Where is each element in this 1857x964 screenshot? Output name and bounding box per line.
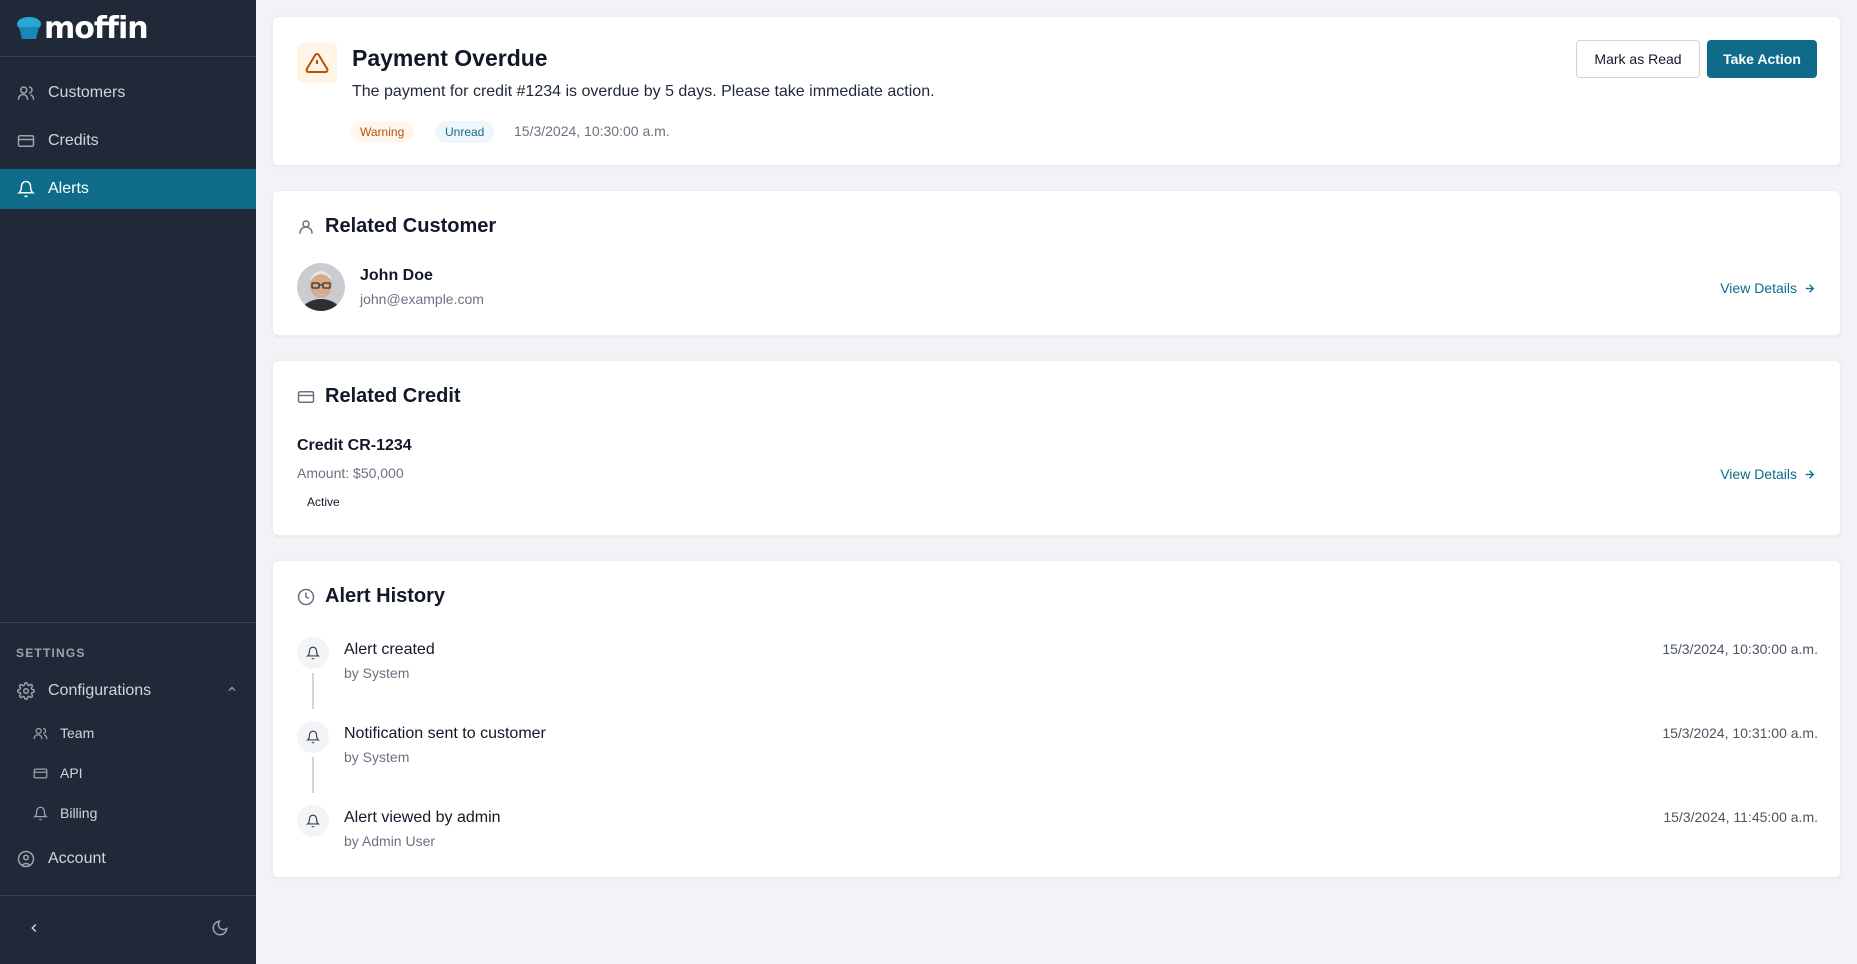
history-action: Notification sent to customer — [344, 725, 546, 742]
alert-message: The payment for credit #1234 is overdue … — [352, 83, 935, 100]
warning-icon-box — [297, 43, 337, 83]
sidebar-item-account[interactable]: Account — [0, 839, 256, 879]
customer-email: john@example.com — [360, 291, 484, 307]
sidebar-item-credits[interactable]: Credits — [0, 121, 256, 161]
credit-card-icon — [297, 388, 315, 406]
app-name: moffin — [44, 10, 149, 46]
sidebar-subitem-label: Billing — [60, 805, 98, 821]
credit-card-icon — [16, 131, 36, 151]
history-action: Alert created — [344, 641, 435, 658]
chevron-up-icon[interactable] — [226, 682, 238, 700]
read-status-badge: Unread — [435, 121, 495, 143]
clock-icon — [297, 588, 315, 606]
alert-history-card: Alert History Alert created by System 15… — [272, 560, 1841, 878]
credit-amount: Amount: $50,000 — [297, 465, 404, 481]
alert-card: Payment Overdue The payment for credit #… — [272, 16, 1841, 166]
view-customer-details-link[interactable]: View Details — [1720, 280, 1816, 296]
history-actor: by System — [344, 665, 410, 681]
customer-name: John Doe — [360, 267, 433, 284]
sidebar-item-label: Customers — [48, 84, 126, 101]
bell-icon — [16, 179, 36, 199]
section-header: Related Customer — [297, 215, 496, 238]
section-header: Alert History — [297, 585, 445, 608]
history-timestamp: 15/3/2024, 10:30:00 a.m. — [1662, 641, 1818, 657]
bell-icon — [32, 805, 48, 821]
sidebar-subitem-label: Team — [60, 725, 95, 741]
sidebar-item-customers[interactable]: Customers — [0, 73, 256, 113]
bell-icon — [297, 637, 329, 669]
timeline-connector — [312, 757, 314, 793]
link-label: View Details — [1720, 466, 1797, 482]
sidebar-subitem-team[interactable]: Team — [0, 717, 256, 749]
take-action-button[interactable]: Take Action — [1707, 40, 1817, 78]
sidebar-subitem-label: API — [60, 765, 83, 781]
arrow-right-icon — [1803, 468, 1816, 481]
user-icon — [297, 218, 315, 236]
sidebar-item-alerts[interactable]: Alerts — [0, 169, 256, 209]
severity-badge: Warning — [350, 121, 415, 143]
logo[interactable]: moffin — [0, 0, 256, 57]
history-entry: Alert viewed by admin by Admin User 15/3… — [297, 805, 1818, 865]
sidebar-item-label: Configurations — [48, 682, 152, 699]
history-entry: Alert created by System 15/3/2024, 10:30… — [297, 637, 1818, 709]
alert-timestamp: 15/3/2024, 10:30:00 a.m. — [514, 123, 670, 139]
collapse-sidebar-button[interactable] — [24, 918, 44, 938]
users-icon — [16, 83, 36, 103]
gear-icon — [16, 681, 36, 701]
sidebar-item-label: Alerts — [48, 180, 89, 197]
sidebar-item-configurations[interactable]: Configurations — [0, 671, 256, 711]
section-title: Related Customer — [325, 215, 497, 237]
alert-title: Payment Overdue — [352, 45, 548, 71]
users-icon — [32, 725, 48, 741]
history-actor: by Admin User — [344, 833, 436, 849]
timeline-connector — [312, 673, 314, 709]
link-label: View Details — [1720, 280, 1797, 296]
sidebar-item-label: Credits — [48, 132, 99, 149]
muffin-logo-icon — [17, 17, 41, 39]
arrow-right-icon — [1803, 282, 1816, 295]
sidebar-divider — [0, 622, 256, 623]
credit-id: Credit CR-1234 — [297, 437, 412, 454]
related-credit-card: Related Credit Credit CR-1234 Amount: $5… — [272, 360, 1841, 536]
sidebar-subitem-billing[interactable]: Billing — [0, 797, 256, 829]
section-header: Related Credit — [297, 385, 461, 408]
history-timestamp: 15/3/2024, 11:45:00 a.m. — [1663, 809, 1818, 825]
bell-icon — [297, 805, 329, 837]
related-customer-card: Related Customer John Doe john@example.c… — [272, 190, 1841, 336]
warning-triangle-icon — [305, 52, 329, 73]
view-credit-details-link[interactable]: View Details — [1720, 466, 1816, 482]
mark-as-read-button[interactable]: Mark as Read — [1576, 40, 1700, 78]
history-action: Alert viewed by admin — [344, 809, 501, 826]
sidebar-subitem-api[interactable]: API — [0, 757, 256, 789]
credit-card-icon — [32, 765, 48, 781]
section-title: Alert History — [325, 585, 446, 607]
sidebar: moffin Customers Credits Alerts SETTINGS… — [0, 0, 256, 964]
status-badge: Active — [297, 491, 350, 513]
bell-icon — [297, 721, 329, 753]
history-actor: by System — [344, 749, 410, 765]
sidebar-item-label: Account — [48, 850, 106, 867]
theme-toggle-button[interactable] — [210, 918, 230, 938]
moon-icon — [212, 920, 228, 936]
avatar — [297, 263, 345, 311]
sidebar-divider — [0, 895, 256, 896]
history-entry: Notification sent to customer by System … — [297, 721, 1818, 793]
user-circle-icon — [16, 849, 36, 869]
history-timestamp: 15/3/2024, 10:31:00 a.m. — [1662, 725, 1818, 741]
section-title: Related Credit — [325, 385, 461, 407]
settings-section-label: SETTINGS — [16, 646, 86, 660]
chevron-left-icon — [31, 923, 37, 933]
